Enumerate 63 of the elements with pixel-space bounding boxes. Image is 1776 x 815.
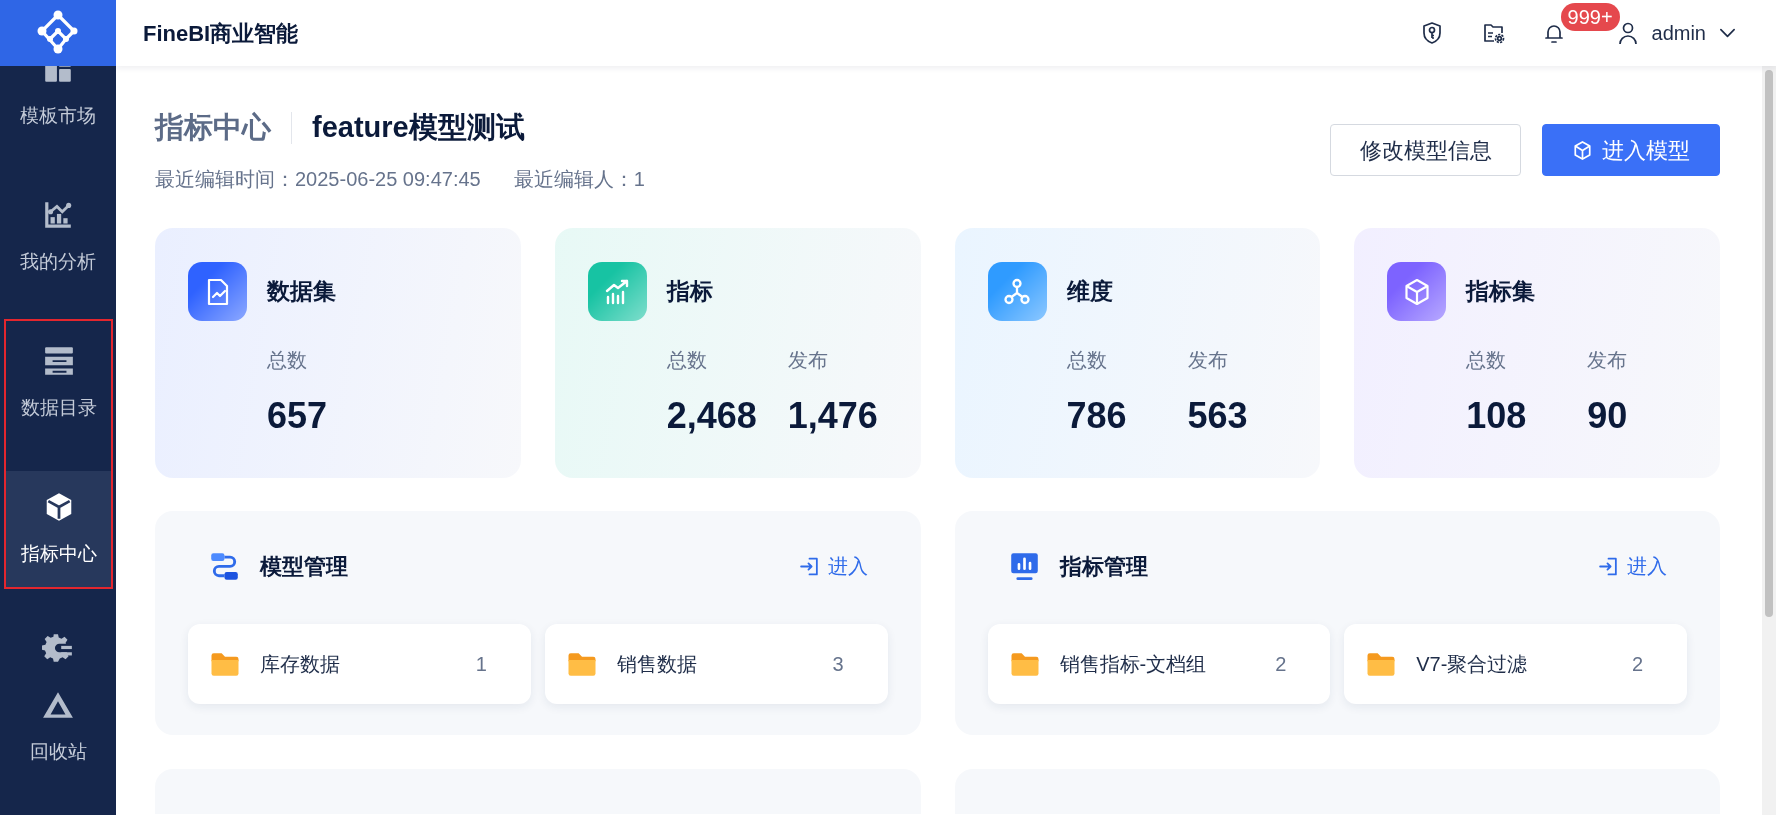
folder-name: 销售数据 xyxy=(616,652,697,677)
edit-model-button[interactable]: 修改模型信息 xyxy=(1330,124,1521,176)
page-title: feature模型测试 xyxy=(312,110,525,146)
card-title: 指标集 xyxy=(1466,277,1536,307)
app-title: FineBI商业智能 xyxy=(143,19,299,48)
folder-icon xyxy=(565,650,598,678)
stat-label: 总数 xyxy=(1066,348,1107,373)
enter-link[interactable]: 进入 xyxy=(1598,551,1667,581)
panel-title: 模型管理 xyxy=(260,552,348,581)
enter-icon xyxy=(1598,555,1619,577)
folder-icon xyxy=(1008,650,1041,678)
item-count: 2 xyxy=(1631,652,1643,677)
folder-card[interactable]: 销售指标-文档组 2 xyxy=(987,624,1331,704)
folder-name: V7-聚合过滤 xyxy=(1416,652,1528,677)
item-count: 1 xyxy=(475,652,487,677)
folder-name: 库存数据 xyxy=(260,652,340,677)
stat-label: 发布 xyxy=(787,348,828,373)
stat-label: 总数 xyxy=(267,348,307,373)
card-title: 指标 xyxy=(666,277,713,307)
folder-card[interactable]: 库存数据 1 xyxy=(188,624,531,704)
item-count: 3 xyxy=(832,652,844,677)
sidebar-item[interactable]: 模板市场 xyxy=(0,66,116,149)
notification-badge: 999+ xyxy=(1560,3,1620,31)
enter-model-button[interactable]: 进入模型 xyxy=(1542,124,1720,176)
stat-value: 2,468 xyxy=(666,394,757,438)
sidebar-item[interactable]: 数据目录 xyxy=(6,325,111,441)
stat-value: 786 xyxy=(1066,394,1127,438)
cube-icon xyxy=(1572,139,1593,161)
folder-card[interactable]: 销售数据 3 xyxy=(544,624,888,704)
stat-label: 总数 xyxy=(1466,348,1507,373)
stat-value: 563 xyxy=(1187,394,1248,438)
sidebar-item[interactable]: 指标中心 xyxy=(6,471,111,587)
stat-value: 108 xyxy=(1466,394,1527,438)
chart-icon xyxy=(42,199,74,231)
scrollbar-thumb[interactable] xyxy=(1765,70,1773,617)
card-title: 数据集 xyxy=(267,277,336,307)
folder-icon xyxy=(1365,650,1398,678)
stat-value: 90 xyxy=(1587,394,1628,438)
flow-icon xyxy=(209,550,240,582)
folder-card[interactable]: V7-聚合过滤 2 xyxy=(1344,624,1687,704)
item-count: 2 xyxy=(1275,652,1287,677)
folder-icon xyxy=(209,650,241,678)
stat-value: 1,476 xyxy=(787,394,878,438)
folder-gear-icon[interactable] xyxy=(1481,21,1506,45)
user-name[interactable]: admin xyxy=(1651,18,1706,48)
monitor-chart-icon xyxy=(1008,550,1040,582)
scrollbar-track[interactable] xyxy=(1762,66,1776,815)
meta-text: 最近编辑时间：2025-06-25 09:47:45 xyxy=(155,167,481,192)
sidebar-item[interactable]: 回收站 xyxy=(0,669,116,785)
folder-name: 销售指标-文档组 xyxy=(1059,652,1207,677)
panel-title: 指标管理 xyxy=(1059,552,1148,581)
stat-label: 发布 xyxy=(1187,348,1228,373)
gear-icon xyxy=(42,632,74,664)
stat-value: 657 xyxy=(267,394,328,438)
enter-link[interactable]: 进入 xyxy=(798,551,868,581)
meta-text: 最近编辑人：1 xyxy=(513,167,645,192)
sidebar-item[interactable]: 我的分析 xyxy=(0,179,116,295)
section-title: 指标中心 xyxy=(155,110,271,146)
drawers-icon xyxy=(42,345,75,377)
stat-label: 总数 xyxy=(666,348,707,373)
stat-label: 发布 xyxy=(1587,348,1628,373)
enter-icon xyxy=(798,555,820,577)
card-title: 维度 xyxy=(1066,277,1113,307)
